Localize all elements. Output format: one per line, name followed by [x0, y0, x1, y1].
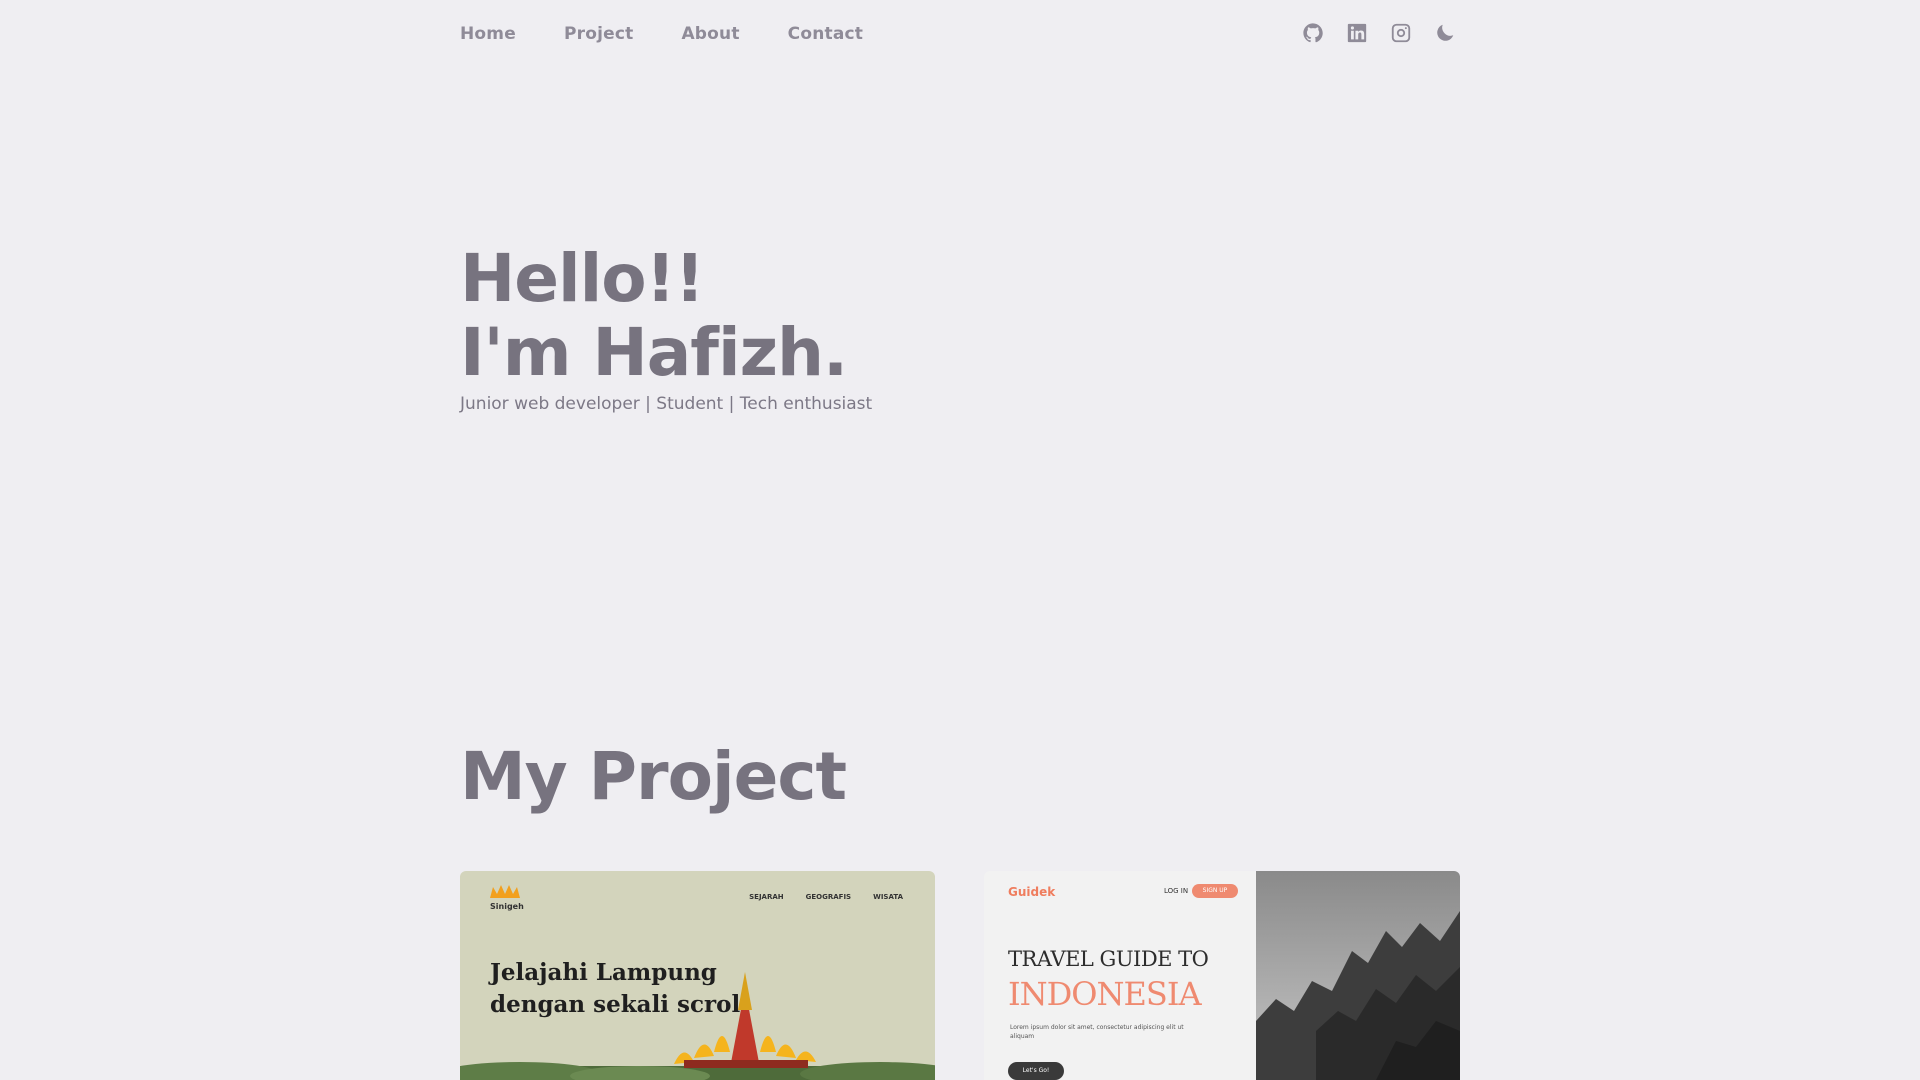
- guidek-title-2: INDONESIA: [1008, 975, 1202, 1013]
- github-icon[interactable]: [1302, 22, 1324, 44]
- top-nav: Home Project About Contact: [460, 24, 863, 44]
- hero-heading: Hello!! I'm Hafizh.: [460, 242, 872, 390]
- guidek-login: LOG IN: [1164, 887, 1189, 895]
- guidek-signup: SIGN UP: [1192, 884, 1238, 898]
- hero-line-2: I'm Hafizh.: [460, 314, 848, 391]
- sinigeh-menu-geografis: GEOGRAFIS: [805, 893, 852, 901]
- instagram-icon[interactable]: [1390, 22, 1412, 44]
- lampung-tower-illustration: [460, 972, 935, 1080]
- hero-subtitle: Junior web developer | Student | Tech en…: [460, 394, 873, 414]
- projects-title: My Project: [460, 738, 847, 815]
- sinigeh-logo: Sinigeh: [490, 883, 524, 911]
- guidek-cta: Let's Go!: [1008, 1062, 1064, 1080]
- nav-about[interactable]: About: [681, 24, 739, 44]
- page: Home Project About Contact Hello!! I'm H…: [0, 0, 1920, 1080]
- hero-line-1: Hello!!: [460, 240, 705, 317]
- nav-project[interactable]: Project: [564, 24, 633, 44]
- crown-icon: [490, 885, 520, 898]
- social-icons: [1302, 22, 1456, 44]
- guidek-lorem: Lorem ipsum dolor sit amet, consectetur …: [1010, 1024, 1184, 1040]
- sinigeh-menu: SEJARAH GEOGRAFIS WISATA: [749, 893, 903, 901]
- linkedin-icon[interactable]: [1346, 22, 1368, 44]
- temple-photo: [1256, 871, 1460, 1080]
- project-card-sinigeh[interactable]: Sinigeh SEJARAH GEOGRAFIS WISATA Jelajah…: [460, 871, 935, 1080]
- guidek-panel: Guidek LOG IN SIGN UP TRAVEL GUIDE TO IN…: [984, 871, 1256, 1080]
- sinigeh-menu-wisata: WISATA: [873, 893, 903, 901]
- sinigeh-menu-sejarah: SEJARAH: [749, 893, 784, 901]
- nav-home[interactable]: Home: [460, 24, 516, 44]
- guidek-logo: Guidek: [1008, 885, 1056, 899]
- hero: Hello!! I'm Hafizh. Junior web developer…: [460, 242, 873, 415]
- moon-icon[interactable]: [1434, 22, 1456, 44]
- nav-contact[interactable]: Contact: [788, 24, 863, 44]
- sinigeh-brand: Sinigeh: [490, 902, 524, 911]
- guidek-title-1: TRAVEL GUIDE TO: [1008, 947, 1209, 971]
- project-card-guidek[interactable]: Guidek LOG IN SIGN UP TRAVEL GUIDE TO IN…: [984, 871, 1460, 1080]
